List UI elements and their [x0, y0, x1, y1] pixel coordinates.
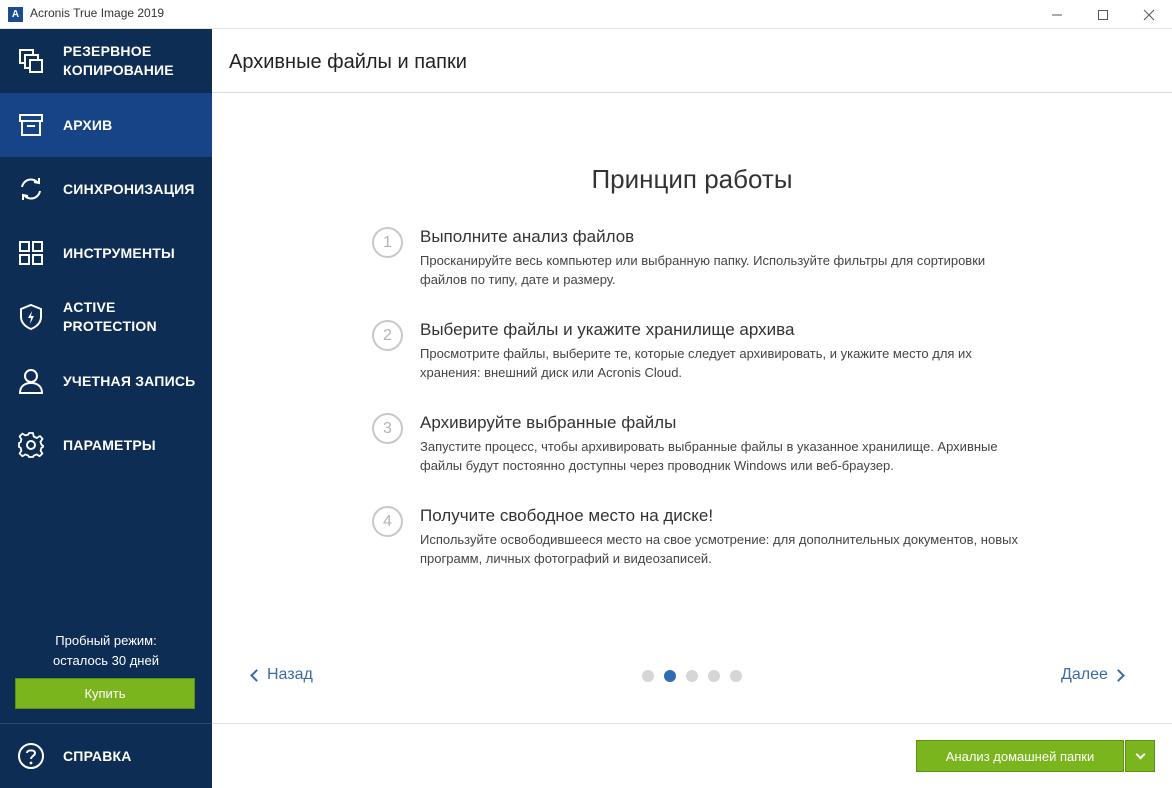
step-number: 1	[372, 227, 403, 258]
sidebar-item-active-protection[interactable]: ACTIVE PROTECTION	[0, 285, 212, 349]
next-button[interactable]: Далее	[1061, 666, 1125, 684]
sync-icon	[21, 178, 41, 200]
step-description: Просканируйте весь компьютер или выбранн…	[420, 253, 986, 287]
options-dropdown-button[interactable]	[1125, 740, 1155, 772]
page-title: Архивные файлы и папки	[229, 51, 467, 73]
trial-mode-label: Пробный режим:	[55, 633, 157, 648]
chevron-down-icon	[1135, 749, 1145, 759]
step-number: 3	[372, 413, 403, 444]
trial-status: Пробный режим: осталось 30 дней	[0, 631, 212, 671]
minimize-button[interactable]	[1034, 0, 1080, 29]
step-title: Получите свободное место на диске!	[420, 506, 714, 525]
minimize-icon	[1052, 14, 1062, 15]
step-title: Выберите файлы и укажите хранилище архив…	[420, 320, 795, 339]
sidebar-item-label: РЕЗЕРВНОЕ КОПИРОВАНИЕ	[63, 43, 174, 78]
sidebar-item-help[interactable]: СПРАВКА	[0, 724, 212, 788]
pager-dot[interactable]	[730, 670, 742, 682]
close-icon	[1143, 9, 1155, 20]
maximize-button[interactable]	[1080, 0, 1126, 29]
account-icon	[18, 369, 44, 394]
sidebar-item-label: УЧЕТНАЯ ЗАПИСЬ	[63, 372, 196, 389]
next-label: Далее	[1061, 666, 1108, 683]
sidebar-item-label: ПАРАМЕТРЫ	[63, 436, 156, 453]
sidebar-item-archive[interactable]: АРХИВ	[0, 93, 212, 157]
step-title: Архивируйте выбранные файлы	[420, 413, 677, 432]
step-number: 2	[372, 320, 403, 351]
sidebar: РЕЗЕРВНОЕ КОПИРОВАНИЕ АРХИВ СИНХРОНИЗАЦИ…	[0, 29, 212, 788]
gear-icon	[18, 432, 44, 458]
page-header: Архивные файлы и папки	[212, 29, 1172, 93]
analyze-home-folder-button[interactable]: Анализ домашней папки	[916, 740, 1124, 772]
title-bar: A Acronis True Image 2019	[0, 0, 1172, 29]
sidebar-item-backup[interactable]: РЕЗЕРВНОЕ КОПИРОВАНИЕ	[0, 29, 212, 93]
footer-divider	[212, 723, 1172, 724]
trial-days-left: осталось 30 дней	[53, 653, 159, 668]
step-description: Используйте освободившееся место на свое…	[420, 532, 1018, 566]
sidebar-item-label: СПРАВКА	[63, 747, 132, 764]
sidebar-item-settings[interactable]: ПАРАМЕТРЫ	[0, 413, 212, 477]
acronis-logo-icon: A	[8, 7, 23, 22]
shield-icon	[20, 303, 42, 331]
archive-icon	[19, 114, 43, 136]
sidebar-item-account[interactable]: УЧЕТНАЯ ЗАПИСЬ	[0, 349, 212, 413]
backup-icon	[19, 49, 43, 73]
buy-button[interactable]: Купить	[15, 678, 195, 709]
window-title: Acronis True Image 2019	[30, 6, 165, 20]
pager-dot[interactable]	[686, 670, 698, 682]
help-icon	[18, 743, 44, 769]
pager-dot-active[interactable]	[664, 670, 676, 682]
chevron-left-icon	[250, 668, 263, 682]
sidebar-item-sync[interactable]: СИНХРОНИЗАЦИЯ	[0, 157, 212, 221]
step-title: Выполните анализ файлов	[420, 227, 635, 246]
maximize-icon	[1098, 9, 1108, 20]
sidebar-item-label: ACTIVE PROTECTION	[63, 299, 157, 334]
step-description: Просмотрите файлы, выберите те, которые …	[420, 346, 972, 380]
back-button[interactable]: Назад	[250, 666, 313, 684]
back-label: Назад	[267, 666, 313, 683]
how-it-works-heading: Принцип работы	[591, 164, 793, 194]
pager-dot[interactable]	[708, 670, 720, 682]
sidebar-item-tools[interactable]: ИНСТРУМЕНТЫ	[0, 221, 212, 285]
close-button[interactable]	[1126, 0, 1172, 29]
sidebar-item-label: СИНХРОНИЗАЦИЯ	[63, 180, 195, 197]
step-number: 4	[372, 506, 403, 537]
pager-dot[interactable]	[642, 670, 654, 682]
tools-icon	[19, 241, 43, 265]
pager-dots	[642, 670, 752, 682]
chevron-right-icon	[1112, 668, 1125, 682]
step-description: Запустите процесс, чтобы архивировать вы…	[420, 439, 998, 473]
sidebar-item-label: ИНСТРУМЕНТЫ	[63, 244, 175, 261]
sidebar-item-label: АРХИВ	[63, 116, 113, 133]
